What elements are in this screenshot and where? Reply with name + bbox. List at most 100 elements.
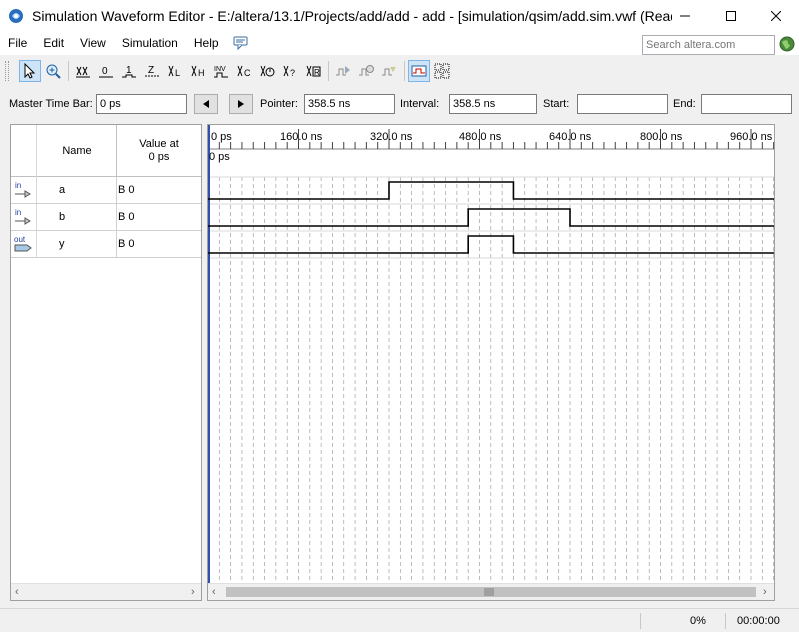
minimize-button[interactable] bbox=[662, 0, 708, 31]
start-input[interactable] bbox=[577, 94, 668, 114]
run-functional-simulation-button[interactable] bbox=[332, 60, 354, 82]
waveform-canvas[interactable] bbox=[208, 125, 774, 583]
pointer-arrow-icon bbox=[24, 63, 36, 79]
force-low-button[interactable]: 0 bbox=[95, 60, 117, 82]
scroll-left-icon[interactable]: ‹ bbox=[15, 586, 19, 598]
svg-text:in: in bbox=[15, 181, 21, 190]
toolbar-grip[interactable] bbox=[5, 61, 9, 81]
close-button[interactable] bbox=[753, 0, 799, 31]
timing-sim-icon bbox=[359, 65, 374, 76]
random-value-icon: R bbox=[306, 65, 321, 77]
waveform-pane[interactable]: 0 ps 160.0 ns 320.0 ns 480.0 ns 640.0 ns… bbox=[207, 124, 775, 601]
previous-transition-button[interactable] bbox=[194, 94, 218, 114]
time-tick-label: 800.0 ns bbox=[640, 131, 683, 143]
svg-text:R: R bbox=[314, 68, 320, 77]
maximize-icon bbox=[726, 10, 736, 21]
high-impedance-button[interactable]: Z bbox=[141, 60, 163, 82]
arbitrary-value-icon: ? bbox=[283, 65, 295, 78]
start-label: Start: bbox=[543, 98, 570, 110]
triangle-right-icon bbox=[238, 100, 244, 108]
svg-text:INV: INV bbox=[214, 66, 226, 73]
snap-to-grid-button[interactable] bbox=[408, 60, 430, 82]
menu-view[interactable]: View bbox=[72, 36, 114, 50]
svg-text:0: 0 bbox=[102, 66, 108, 77]
high-impedance-z-icon: Z bbox=[145, 65, 159, 77]
arbitrary-value-button[interactable]: ? bbox=[279, 60, 301, 82]
scrollbar-track[interactable] bbox=[226, 587, 756, 597]
search-input[interactable] bbox=[642, 35, 775, 55]
signal-value: B 0 bbox=[118, 211, 135, 223]
interval-label: Interval: bbox=[400, 98, 440, 110]
menu-file[interactable]: File bbox=[0, 36, 35, 50]
svg-text:L: L bbox=[175, 68, 180, 78]
overwrite-clock-button[interactable] bbox=[256, 60, 278, 82]
run-timing-simulation-button[interactable] bbox=[355, 60, 377, 82]
zoom-tool-button[interactable] bbox=[42, 60, 64, 82]
status-divider bbox=[725, 613, 726, 629]
toolbar-separator bbox=[68, 61, 69, 81]
signal-value: B 0 bbox=[118, 184, 135, 196]
count-value-icon: C bbox=[237, 65, 251, 78]
time-field-bar: Master Time Bar: Pointer: Interval: Star… bbox=[0, 92, 799, 118]
svg-text:1: 1 bbox=[126, 65, 132, 76]
pointer-label: Pointer: bbox=[260, 98, 298, 110]
master-time-bar-label: Master Time Bar: bbox=[9, 98, 93, 110]
signal-row-b[interactable]: in b B 0 bbox=[11, 204, 201, 231]
signal-value: B 0 bbox=[118, 238, 135, 250]
signal-list-scrollbar[interactable]: ‹ › bbox=[11, 583, 201, 600]
menu-simulation[interactable]: Simulation bbox=[114, 36, 186, 50]
force-high-icon: 1 bbox=[122, 65, 136, 78]
maximize-button[interactable] bbox=[708, 0, 754, 31]
scroll-right-icon[interactable]: › bbox=[763, 586, 767, 598]
grid-size-icon bbox=[434, 63, 450, 79]
waveform-scrollbar[interactable]: ‹ › bbox=[208, 583, 774, 600]
netlist-icon bbox=[382, 67, 396, 76]
input-pin-icon: in bbox=[15, 181, 31, 198]
invert-icon: INV bbox=[214, 66, 228, 78]
force-high-button[interactable]: 1 bbox=[118, 60, 140, 82]
input-pin-icon: in bbox=[15, 208, 31, 225]
scroll-right-icon[interactable]: › bbox=[191, 586, 195, 598]
next-transition-button[interactable] bbox=[229, 94, 253, 114]
signal-row-y[interactable]: out y B 0 bbox=[11, 231, 201, 258]
grid-size-button[interactable] bbox=[431, 60, 453, 82]
random-value-button[interactable]: R bbox=[302, 60, 324, 82]
name-column-header[interactable]: Name bbox=[37, 125, 117, 177]
snap-grid-icon bbox=[411, 65, 427, 77]
svg-text:H: H bbox=[198, 68, 205, 78]
menu-help[interactable]: Help bbox=[186, 36, 227, 50]
end-input[interactable] bbox=[701, 94, 792, 114]
weak-low-button[interactable]: L bbox=[164, 60, 186, 82]
pointer-input[interactable] bbox=[304, 94, 395, 114]
title-bar: Simulation Waveform Editor - E:/altera/1… bbox=[0, 0, 799, 31]
globe-icon[interactable] bbox=[779, 36, 795, 52]
signal-row-a[interactable]: in a B 0 bbox=[11, 177, 201, 204]
cell-divider bbox=[116, 177, 117, 204]
value-column-header[interactable]: Value at 0 ps bbox=[116, 125, 201, 177]
waveform-toolbar: 0 1 Z L H INV C ? R bbox=[0, 58, 799, 84]
selection-tool-button[interactable] bbox=[19, 60, 41, 82]
uninitialized-button[interactable] bbox=[72, 60, 94, 82]
master-time-bar-input[interactable] bbox=[96, 94, 187, 114]
signal-name: a bbox=[59, 184, 66, 196]
scroll-left-icon[interactable]: ‹ bbox=[212, 586, 216, 598]
cell-divider bbox=[116, 204, 117, 231]
generate-netlist-button[interactable] bbox=[378, 60, 400, 82]
status-divider bbox=[640, 613, 641, 629]
svg-text:C: C bbox=[244, 68, 251, 78]
svg-text:out: out bbox=[14, 235, 26, 244]
cell-divider bbox=[116, 231, 117, 258]
scrollbar-thumb[interactable] bbox=[484, 588, 494, 596]
cursor-time-label: 0 ps bbox=[209, 151, 230, 163]
weak-high-button[interactable]: H bbox=[187, 60, 209, 82]
interval-input[interactable] bbox=[449, 94, 537, 114]
feedback-icon[interactable] bbox=[233, 36, 249, 50]
clock-icon bbox=[260, 65, 275, 77]
status-bar: 0% 00:00:00 bbox=[0, 608, 799, 632]
toolbar-separator bbox=[328, 61, 329, 81]
invert-button[interactable]: INV bbox=[210, 60, 232, 82]
menu-edit[interactable]: Edit bbox=[35, 36, 72, 50]
time-tick-label: 0 ps bbox=[211, 131, 232, 143]
triangle-left-icon bbox=[203, 100, 209, 108]
count-value-button[interactable]: C bbox=[233, 60, 255, 82]
